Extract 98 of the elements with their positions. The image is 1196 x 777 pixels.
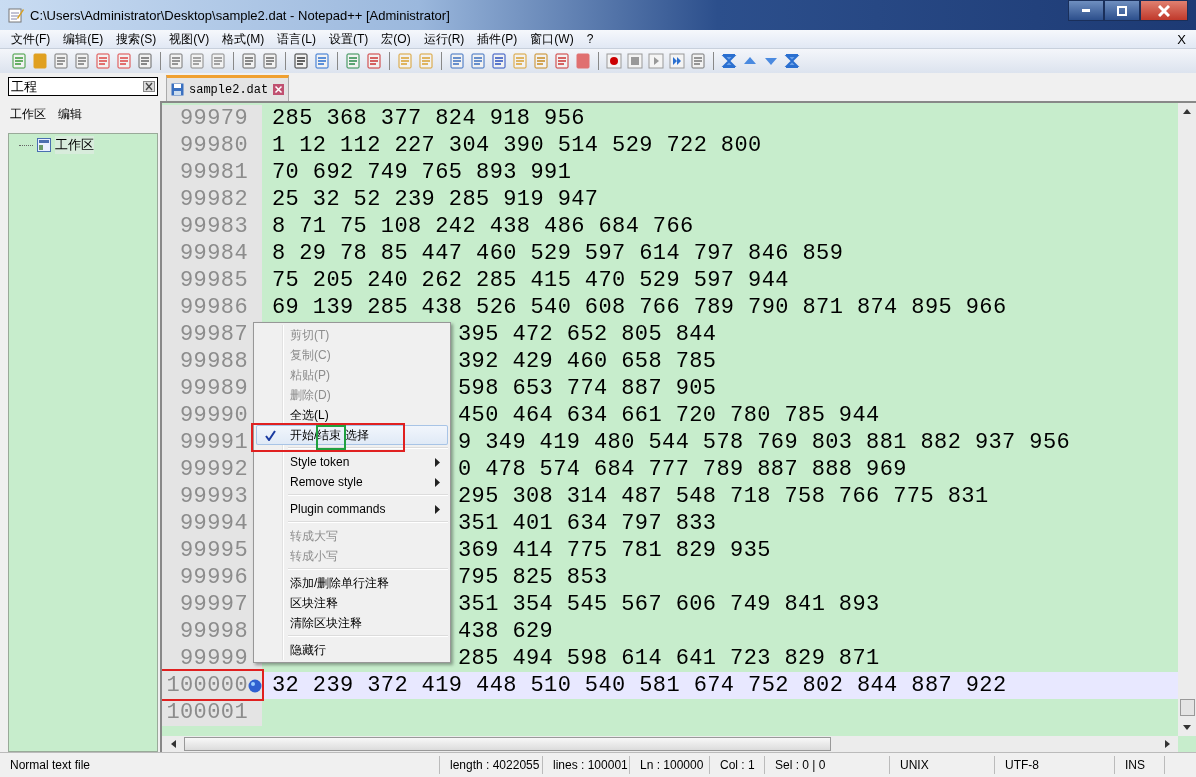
line-number: 99982 [179, 190, 248, 209]
menu-item[interactable]: Plugin commands [256, 499, 448, 519]
minimize-icon [1082, 9, 1090, 12]
code-line: 295 308 314 487 548 718 758 766 775 831 [458, 484, 989, 509]
line-number: 99991 [179, 433, 248, 452]
status-field: lines : 100001 [543, 756, 630, 774]
code-line: 9 349 419 480 544 578 769 803 881 882 937 956 [458, 430, 1071, 455]
menu-item[interactable]: 编辑(E) [60, 30, 107, 48]
line-number: 100001 [165, 703, 248, 722]
bookmark-icon [248, 679, 262, 693]
menu-item[interactable]: ? [583, 32, 597, 46]
panel-menu-item[interactable]: 工作区 [10, 106, 46, 123]
code-line: 438 629 [458, 619, 554, 644]
code-line: 285 368 377 824 918 956 [272, 106, 585, 131]
menu-item[interactable]: 全选(L) [256, 405, 448, 425]
line-number: 99987 [179, 325, 248, 344]
status-field: Ln : 100000 [630, 756, 710, 774]
code-line: 8 71 75 108 242 438 486 684 766 [272, 214, 694, 239]
code-line: 75 205 240 262 285 415 470 529 597 944 [272, 268, 789, 293]
line-number: 99979 [179, 109, 248, 128]
maximize-button[interactable] [1104, 0, 1140, 21]
close-document-button[interactable]: X [1177, 31, 1186, 47]
menu-item[interactable]: 插件(P) [474, 30, 521, 48]
line-number: 100000 [165, 676, 248, 695]
menu-item[interactable]: 区块注释 [256, 593, 448, 613]
status-field: UTF-8 [995, 756, 1115, 774]
scroll-right-arrow[interactable] [1162, 740, 1172, 748]
workspace-icon [37, 138, 51, 152]
close-button[interactable] [1140, 0, 1188, 21]
menu-item[interactable]: 宏(O) [378, 30, 414, 48]
last-icon[interactable] [783, 52, 801, 70]
code-line: 598 653 774 887 905 [458, 376, 717, 401]
scroll-thumb[interactable] [1179, 699, 1195, 716]
line-number: 99995 [179, 541, 248, 560]
code-line: 32 239 372 419 448 510 540 581 674 752 802 844 887 922 [272, 673, 1007, 698]
line-number: 99984 [179, 244, 248, 263]
status-field: Col : 1 [710, 756, 765, 774]
code-line: 392 429 460 658 785 [458, 349, 717, 374]
line-number: 99993 [179, 487, 248, 506]
line-number: 99989 [179, 379, 248, 398]
menu-item[interactable]: 视图(V) [166, 30, 213, 48]
line-number: 99997 [179, 595, 248, 614]
line-number: 99998 [179, 622, 248, 641]
code-line: 450 464 634 661 720 780 785 944 [458, 403, 880, 428]
menu-item[interactable]: 设置(T) [326, 30, 372, 48]
first-icon[interactable] [720, 52, 738, 70]
maximize-icon [1117, 5, 1127, 16]
menu-item[interactable]: 搜索(S) [113, 30, 160, 48]
menu-item[interactable]: 添加/删除单行注释 [256, 573, 448, 593]
menu-item[interactable]: 格式(M) [219, 30, 268, 48]
line-number: 99980 [179, 136, 248, 155]
menu-item[interactable]: 清除区块注释 [256, 613, 448, 633]
code-line: 0 478 574 684 777 789 887 888 969 [458, 457, 907, 482]
menu-item[interactable]: 运行(R) [420, 30, 468, 48]
status-field: UNIX [890, 756, 995, 774]
menu-item[interactable]: 语言(L) [274, 30, 319, 48]
line-number: 99981 [179, 163, 248, 182]
code-line: 25 32 52 239 285 919 947 [272, 187, 599, 212]
code-line: 351 354 545 567 606 749 841 893 [458, 592, 880, 617]
status-field: Sel : 0 | 0 [765, 756, 890, 774]
code-line: 70 692 749 765 893 991 [272, 160, 572, 185]
window-title: C:\Users\Administrator\Desktop\sample2.dat - Notepad++ [Administrator] [30, 7, 450, 23]
status-field: INS [1115, 756, 1165, 774]
minimize-button[interactable] [1068, 0, 1104, 21]
code-line: 795 825 853 [458, 565, 608, 590]
code-line: 369 414 775 781 829 935 [458, 538, 771, 563]
code-line: 1 12 112 227 304 390 514 529 722 800 [272, 133, 762, 158]
code-line: 351 401 634 797 833 [458, 511, 717, 536]
line-number: 99983 [179, 217, 248, 236]
menu-item[interactable]: 文件(F) [8, 30, 54, 48]
file-tab[interactable]: sample2.dat [166, 75, 290, 101]
status-field: Normal text file [0, 756, 440, 774]
line-number: 99985 [179, 271, 248, 290]
line-number: 99996 [179, 568, 248, 587]
line-number: 99992 [179, 460, 248, 479]
panel-title-field: 工程 [8, 77, 158, 96]
line-number: 99999 [179, 649, 248, 668]
status-field: length : 4022055 [440, 756, 543, 774]
notepad-icon [8, 7, 24, 23]
tree-item[interactable]: 工作区 [55, 136, 94, 154]
rec-icon[interactable] [605, 52, 623, 70]
code-line: 69 139 285 438 526 540 608 766 789 790 871 874 895 966 [272, 295, 1007, 320]
panel-menu-item[interactable]: 编辑 [58, 106, 82, 123]
code-line: 8 29 78 85 447 460 529 597 614 797 846 859 [272, 241, 844, 266]
line-number: 99990 [179, 406, 248, 425]
menu-item[interactable]: Style token [256, 452, 448, 472]
menu-item[interactable]: 隐藏行 [256, 640, 448, 660]
runm-icon[interactable] [668, 52, 686, 70]
menu-item[interactable]: 窗口(W) [527, 30, 577, 48]
menu-item[interactable]: Remove style [256, 472, 448, 492]
play-icon[interactable] [647, 52, 665, 70]
stop-icon[interactable] [626, 52, 644, 70]
scroll-thumb[interactable] [184, 737, 831, 751]
code-line: 285 494 598 614 641 723 829 871 [458, 646, 880, 671]
code-line: 395 472 652 805 844 [458, 322, 717, 347]
line-number: 99994 [179, 514, 248, 533]
line-number: 99988 [179, 352, 248, 371]
line-number: 99986 [179, 298, 248, 317]
